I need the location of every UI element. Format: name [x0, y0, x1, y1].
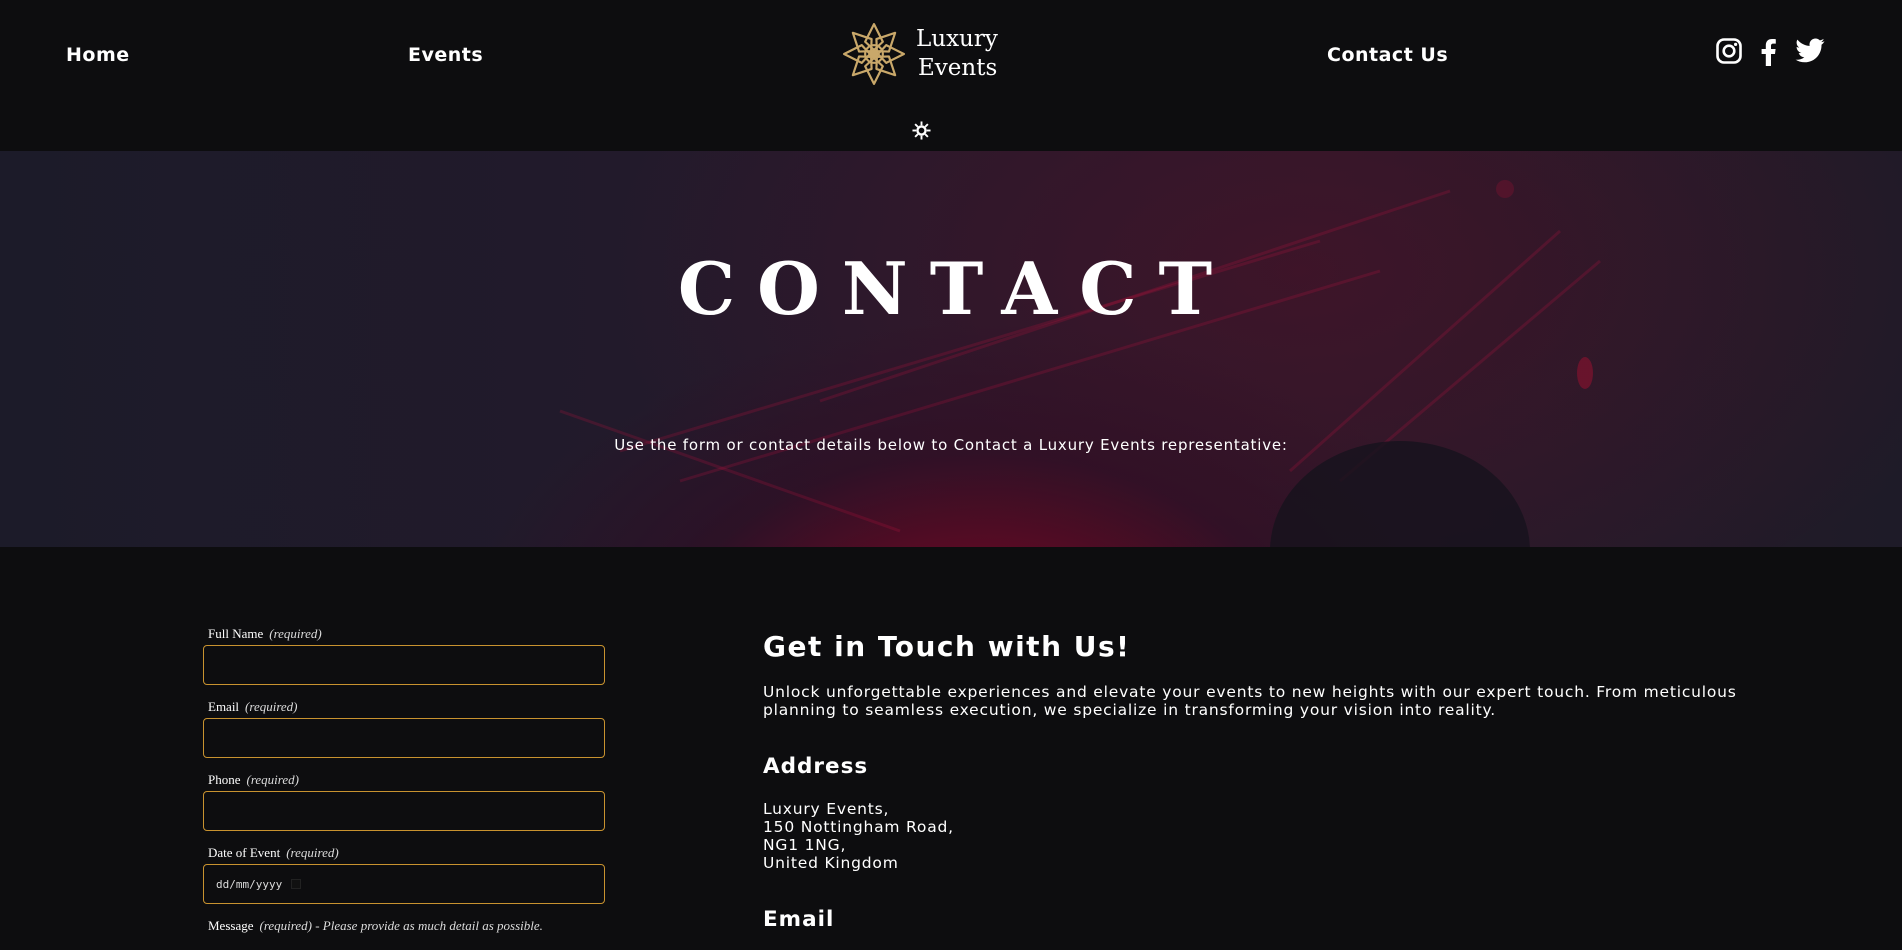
email-field: Email (required) [203, 698, 605, 758]
nav-home-link[interactable]: Home [66, 44, 130, 66]
hero-background-image [559, 180, 1601, 547]
site-header: Home Events Luxury Events Contact Us [0, 0, 1902, 151]
email-heading: Email [763, 907, 835, 932]
address-line-2: 150 Nottingham Road, [763, 818, 954, 836]
full-name-input[interactable] [203, 645, 605, 685]
contact-info: Get in Touch with Us! Unlock unforgettab… [763, 630, 1763, 932]
date-placeholder: dd/mm/yyyy [216, 877, 283, 891]
required-note: (required) [259, 918, 312, 933]
date-field: Date of Event (required) dd/mm/yyyy [203, 844, 605, 904]
phone-label-text: Phone [208, 772, 241, 787]
required-note: (required) [269, 626, 322, 641]
info-description: Unlock unforgettable experiences and ele… [763, 683, 1737, 719]
required-note: (required) [286, 845, 339, 860]
phone-field: Phone (required) [203, 771, 605, 831]
required-note: (required) [246, 772, 299, 787]
hero-subtitle: Use the form or contact details below to… [614, 436, 1288, 454]
nav-contact-link[interactable]: Contact Us [1327, 44, 1448, 66]
site-logo[interactable]: Luxury Events [840, 20, 998, 88]
phone-label: Phone (required) [203, 771, 605, 788]
calendar-icon[interactable] [291, 879, 302, 889]
address-line-1: Luxury Events, [763, 800, 890, 818]
nav-events-link[interactable]: Events [408, 44, 483, 66]
date-label-text: Date of Event [208, 845, 281, 860]
message-hint: - Please provide as much detail as possi… [311, 918, 543, 933]
twitter-icon[interactable] [1795, 38, 1825, 64]
email-input[interactable] [203, 718, 605, 758]
message-field: Message (required) - Please provide as mu… [203, 917, 605, 934]
phone-input[interactable] [203, 791, 605, 831]
message-label-text: Message [208, 918, 254, 933]
logo-line-2: Events [918, 55, 998, 81]
email-label: Email (required) [203, 698, 605, 715]
facebook-icon[interactable] [1758, 38, 1778, 66]
page-title: CONTACT [677, 246, 1235, 331]
address-line-3: NG1 1NG, [763, 836, 847, 854]
full-name-label: Full Name (required) [203, 625, 605, 642]
lotus-emblem-icon [842, 22, 906, 86]
full-name-field: Full Name (required) [203, 625, 605, 685]
message-label: Message (required) - Please provide as mu… [203, 917, 605, 934]
date-of-event-input[interactable]: dd/mm/yyyy [203, 864, 605, 904]
info-heading: Get in Touch with Us! [763, 630, 1131, 663]
date-label: Date of Event (required) [203, 844, 605, 861]
address-heading: Address [763, 754, 869, 779]
instagram-icon[interactable] [1716, 38, 1742, 64]
contact-form: Full Name (required) Email (required) Phon… [203, 625, 605, 934]
logo-wordmark: Luxury Events [916, 25, 998, 83]
required-note: (required) [245, 699, 298, 714]
address-line-4: United Kingdom [763, 854, 899, 872]
theme-toggle-sun-icon[interactable] [912, 121, 931, 140]
logo-line-1: Luxury [916, 26, 998, 52]
email-label-text: Email [208, 699, 240, 714]
full-name-label-text: Full Name [208, 626, 264, 641]
address-block: Luxury Events, 150 Nottingham Road, NG1 … [763, 800, 1763, 872]
hero-banner: CONTACT Use the form or contact details … [0, 151, 1902, 547]
